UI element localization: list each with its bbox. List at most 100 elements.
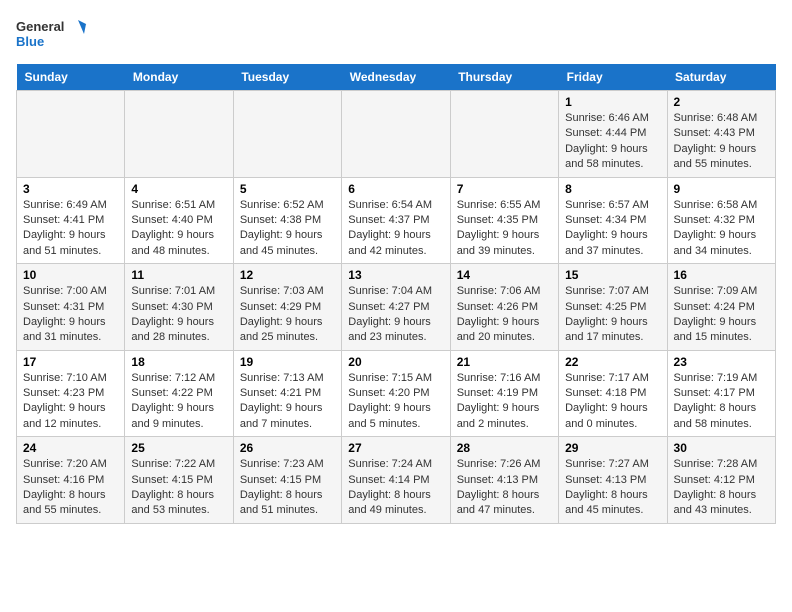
logo: GeneralBlue [16,16,96,52]
calendar-week-row: 17 Sunrise: 7:10 AMSunset: 4:23 PMDayligh… [17,350,776,437]
day-info: Sunrise: 7:09 AMSunset: 4:24 PMDaylight:… [674,284,769,346]
day-info: Sunrise: 7:24 AMSunset: 4:14 PMDaylight:… [348,457,443,519]
day-number: 23 [674,355,769,369]
svg-text:General: General [16,19,64,34]
calendar-day-cell: 25 Sunrise: 7:22 AMSunset: 4:15 PMDayligh… [125,437,233,524]
calendar-day-cell [125,91,233,178]
day-info: Sunrise: 7:23 AMSunset: 4:15 PMDaylight:… [240,457,335,519]
day-info: Sunrise: 6:46 AMSunset: 4:44 PMDaylight:… [565,111,660,173]
calendar-day-cell [233,91,341,178]
day-number: 19 [240,355,335,369]
calendar-day-cell: 12 Sunrise: 7:03 AMSunset: 4:29 PMDayligh… [233,264,341,351]
calendar-day-cell: 27 Sunrise: 7:24 AMSunset: 4:14 PMDayligh… [342,437,450,524]
weekday-header-cell: Tuesday [233,64,341,91]
day-info: Sunrise: 6:58 AMSunset: 4:32 PMDaylight:… [674,198,769,260]
day-number: 13 [348,268,443,282]
day-number: 17 [23,355,118,369]
day-number: 20 [348,355,443,369]
day-number: 9 [674,182,769,196]
day-number: 27 [348,441,443,455]
weekday-header-cell: Thursday [450,64,558,91]
day-number: 12 [240,268,335,282]
day-info: Sunrise: 6:51 AMSunset: 4:40 PMDaylight:… [131,198,226,260]
calendar-day-cell: 13 Sunrise: 7:04 AMSunset: 4:27 PMDayligh… [342,264,450,351]
day-info: Sunrise: 7:27 AMSunset: 4:13 PMDaylight:… [565,457,660,519]
day-number: 14 [457,268,552,282]
calendar-day-cell: 17 Sunrise: 7:10 AMSunset: 4:23 PMDayligh… [17,350,125,437]
day-number: 7 [457,182,552,196]
calendar-table: SundayMondayTuesdayWednesdayThursdayFrid… [16,64,776,524]
day-number: 10 [23,268,118,282]
day-info: Sunrise: 7:06 AMSunset: 4:26 PMDaylight:… [457,284,552,346]
calendar-day-cell: 26 Sunrise: 7:23 AMSunset: 4:15 PMDayligh… [233,437,341,524]
day-info: Sunrise: 7:19 AMSunset: 4:17 PMDaylight:… [674,371,769,433]
day-number: 24 [23,441,118,455]
day-info: Sunrise: 6:52 AMSunset: 4:38 PMDaylight:… [240,198,335,260]
day-info: Sunrise: 7:22 AMSunset: 4:15 PMDaylight:… [131,457,226,519]
calendar-day-cell: 4 Sunrise: 6:51 AMSunset: 4:40 PMDaylight… [125,177,233,264]
calendar-day-cell: 21Sunrise: 7:16 AMSunset: 4:19 PMDayligh… [450,350,558,437]
day-info: Sunrise: 7:00 AMSunset: 4:31 PMDaylight:… [23,284,118,346]
day-number: 22 [565,355,660,369]
calendar-week-row: 1Sunrise: 6:46 AMSunset: 4:44 PMDaylight… [17,91,776,178]
day-info: Sunrise: 7:17 AMSunset: 4:18 PMDaylight:… [565,371,660,433]
day-number: 3 [23,182,118,196]
calendar-day-cell: 14 Sunrise: 7:06 AMSunset: 4:26 PMDayligh… [450,264,558,351]
day-number: 6 [348,182,443,196]
day-number: 30 [674,441,769,455]
calendar-day-cell: 24 Sunrise: 7:20 AMSunset: 4:16 PMDayligh… [17,437,125,524]
day-info: Sunrise: 7:26 AMSunset: 4:13 PMDaylight:… [457,457,552,519]
weekday-header-cell: Sunday [17,64,125,91]
weekday-header-cell: Wednesday [342,64,450,91]
day-info: Sunrise: 7:03 AMSunset: 4:29 PMDaylight:… [240,284,335,346]
calendar-day-cell: 7 Sunrise: 6:55 AMSunset: 4:35 PMDaylight… [450,177,558,264]
day-number: 18 [131,355,226,369]
calendar-day-cell: 8 Sunrise: 6:57 AMSunset: 4:34 PMDaylight… [559,177,667,264]
day-number: 4 [131,182,226,196]
day-number: 8 [565,182,660,196]
calendar-week-row: 10 Sunrise: 7:00 AMSunset: 4:31 PMDayligh… [17,264,776,351]
page-header: GeneralBlue [16,16,776,52]
day-info: Sunrise: 6:57 AMSunset: 4:34 PMDaylight:… [565,198,660,260]
day-number: 16 [674,268,769,282]
calendar-day-cell [342,91,450,178]
day-info: Sunrise: 6:55 AMSunset: 4:35 PMDaylight:… [457,198,552,260]
calendar-day-cell: 10 Sunrise: 7:00 AMSunset: 4:31 PMDayligh… [17,264,125,351]
calendar-day-cell: 15Sunrise: 7:07 AMSunset: 4:25 PMDayligh… [559,264,667,351]
calendar-day-cell: 16 Sunrise: 7:09 AMSunset: 4:24 PMDayligh… [667,264,775,351]
calendar-day-cell: 28Sunrise: 7:26 AMSunset: 4:13 PMDayligh… [450,437,558,524]
calendar-day-cell [17,91,125,178]
day-info: Sunrise: 7:10 AMSunset: 4:23 PMDaylight:… [23,371,118,433]
logo-svg: GeneralBlue [16,16,96,52]
weekday-header-row: SundayMondayTuesdayWednesdayThursdayFrid… [17,64,776,91]
day-info: Sunrise: 7:07 AMSunset: 4:25 PMDaylight:… [565,284,660,346]
day-number: 29 [565,441,660,455]
day-info: Sunrise: 7:28 AMSunset: 4:12 PMDaylight:… [674,457,769,519]
day-number: 11 [131,268,226,282]
day-info: Sunrise: 7:12 AMSunset: 4:22 PMDaylight:… [131,371,226,433]
calendar-day-cell: 19Sunrise: 7:13 AMSunset: 4:21 PMDayligh… [233,350,341,437]
day-info: Sunrise: 6:49 AMSunset: 4:41 PMDaylight:… [23,198,118,260]
day-number: 5 [240,182,335,196]
day-info: Sunrise: 7:15 AMSunset: 4:20 PMDaylight:… [348,371,443,433]
day-number: 2 [674,95,769,109]
calendar-day-cell: 23 Sunrise: 7:19 AMSunset: 4:17 PMDayligh… [667,350,775,437]
day-number: 21 [457,355,552,369]
calendar-day-cell: 22 Sunrise: 7:17 AMSunset: 4:18 PMDayligh… [559,350,667,437]
calendar-day-cell: 30 Sunrise: 7:28 AMSunset: 4:12 PMDayligh… [667,437,775,524]
day-info: Sunrise: 6:48 AMSunset: 4:43 PMDaylight:… [674,111,769,173]
calendar-day-cell [450,91,558,178]
svg-text:Blue: Blue [16,34,44,49]
calendar-day-cell: 2 Sunrise: 6:48 AMSunset: 4:43 PMDaylight… [667,91,775,178]
day-info: Sunrise: 7:04 AMSunset: 4:27 PMDaylight:… [348,284,443,346]
weekday-header-cell: Friday [559,64,667,91]
day-number: 25 [131,441,226,455]
day-number: 26 [240,441,335,455]
day-info: Sunrise: 6:54 AMSunset: 4:37 PMDaylight:… [348,198,443,260]
calendar-day-cell: 18 Sunrise: 7:12 AMSunset: 4:22 PMDayligh… [125,350,233,437]
calendar-week-row: 3 Sunrise: 6:49 AMSunset: 4:41 PMDaylight… [17,177,776,264]
calendar-day-cell: 11Sunrise: 7:01 AMSunset: 4:30 PMDayligh… [125,264,233,351]
calendar-day-cell: 20 Sunrise: 7:15 AMSunset: 4:20 PMDayligh… [342,350,450,437]
day-info: Sunrise: 7:20 AMSunset: 4:16 PMDaylight:… [23,457,118,519]
weekday-header-cell: Saturday [667,64,775,91]
